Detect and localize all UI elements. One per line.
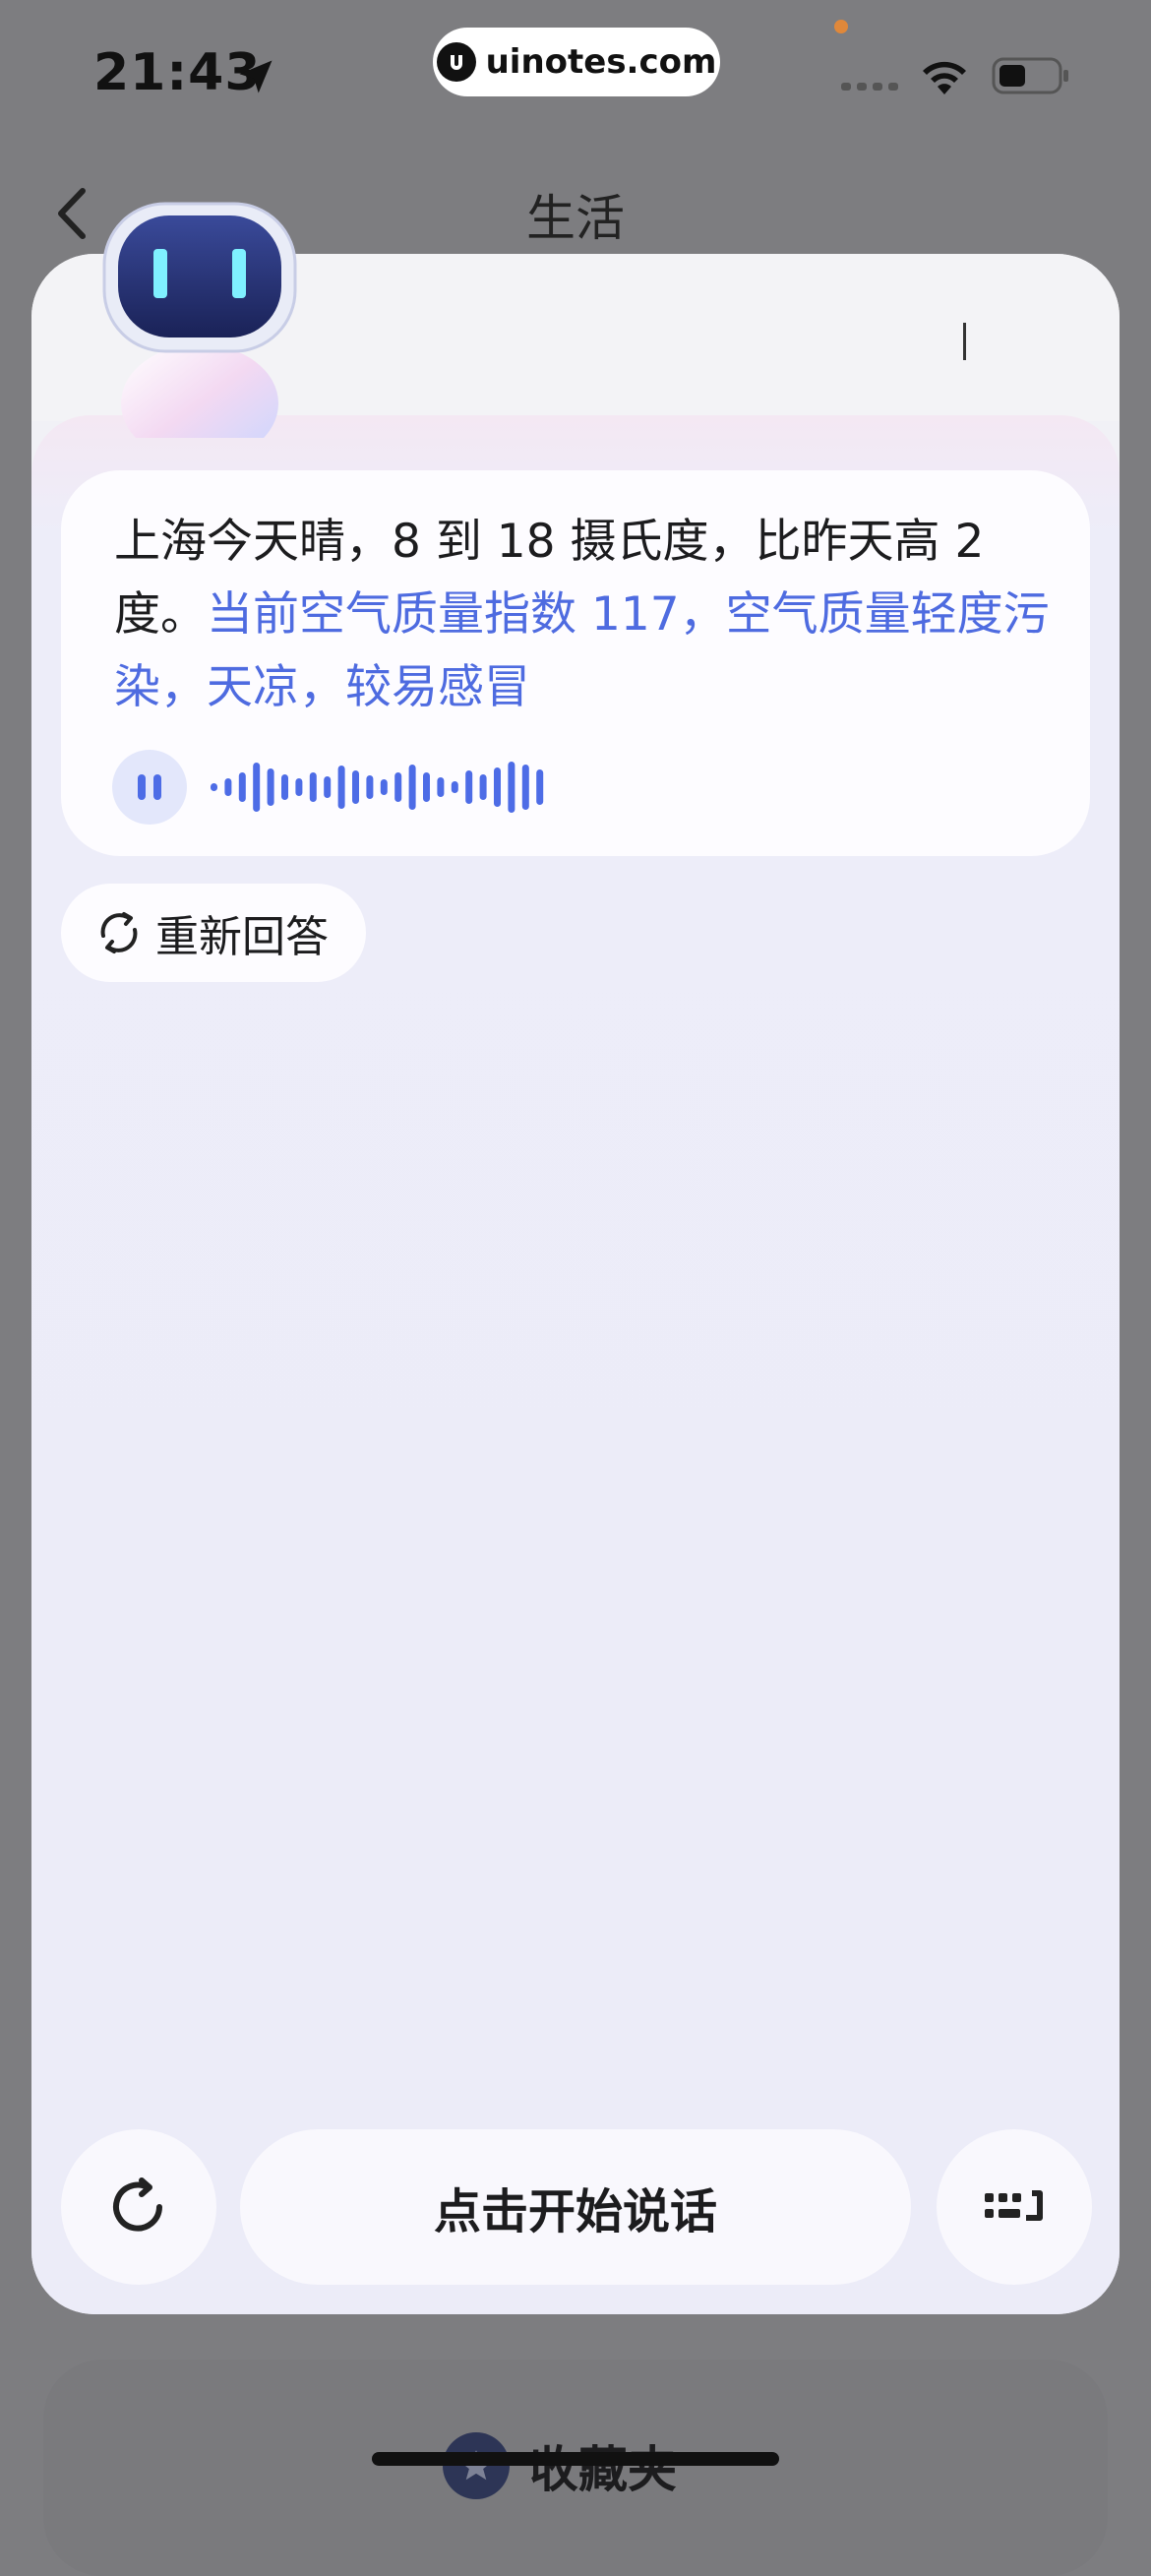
text-cursor: [963, 323, 966, 360]
waveform-bar: [324, 776, 332, 798]
regenerate-label: 重新回答: [155, 912, 329, 962]
pause-button[interactable]: [112, 750, 187, 825]
regenerate-button[interactable]: 重新回答: [61, 884, 366, 982]
star-icon: [443, 2432, 510, 2499]
waveform-bar: [380, 779, 388, 795]
waveform-bar: [394, 772, 402, 802]
answer-text: 上海今天晴，8 到 18 摄氏度，比昨天高 2 度。当前空气质量指数 117，空…: [114, 506, 1059, 724]
waveform-bar: [536, 769, 544, 805]
favorites-entry[interactable]: 收藏夹: [443, 2430, 677, 2501]
favorites-label: 收藏夹: [529, 2441, 677, 2498]
watermark-logo-icon: [436, 42, 476, 82]
answer-highlighted-text: 当前空气质量指数 117，空气质量轻度污染，天凉，较易感冒: [114, 587, 1050, 714]
keyboard-icon: [985, 2190, 1043, 2221]
robot-avatar: [102, 202, 297, 438]
watermark-badge: uinotes.com: [433, 28, 720, 96]
waveform-bar: [494, 767, 501, 807]
waveform-bar: [508, 762, 515, 813]
speak-button[interactable]: 点击开始说话: [240, 2129, 911, 2285]
refresh-icon: [100, 912, 138, 953]
waveform-bar: [366, 775, 374, 799]
waveform-bar: [451, 781, 458, 793]
location-arrow-icon: [239, 60, 273, 93]
waveform-bar: [309, 772, 317, 802]
waveform-bar: [423, 772, 430, 802]
waveform-bar: [281, 774, 288, 800]
waveform-bar: [295, 778, 303, 796]
waveform-bar: [337, 766, 345, 809]
privacy-indicator-dot: [834, 20, 848, 33]
battery-icon: [992, 57, 1068, 94]
home-indicator[interactable]: [372, 2452, 779, 2466]
waveform-bar: [479, 774, 487, 800]
refresh-icon: [113, 2177, 162, 2232]
keyboard-toggle-button[interactable]: [937, 2129, 1092, 2285]
waveform-bar: [521, 765, 529, 810]
wifi-icon: [923, 61, 966, 94]
waveform-bar: [408, 765, 416, 810]
waveform-bar: [238, 772, 246, 802]
waveform-bar: [224, 778, 232, 796]
audio-waveform: [211, 762, 544, 813]
cellular-signal-icon: [841, 83, 898, 91]
watermark-text: uinotes.com: [485, 42, 717, 82]
waveform-bar: [437, 777, 445, 797]
pause-icon: [138, 774, 161, 800]
waveform-bar: [253, 763, 261, 812]
waveform-bar: [352, 770, 359, 804]
status-bar: 21:43 uinotes.com: [0, 0, 1151, 148]
reset-conversation-button[interactable]: [61, 2129, 216, 2285]
answer-bubble: 上海今天晴，8 到 18 摄氏度，比昨天高 2 度。当前空气质量指数 117，空…: [61, 470, 1090, 856]
waveform-bar: [465, 770, 473, 804]
waveform-bar: [211, 783, 217, 791]
waveform-bar: [267, 768, 274, 806]
